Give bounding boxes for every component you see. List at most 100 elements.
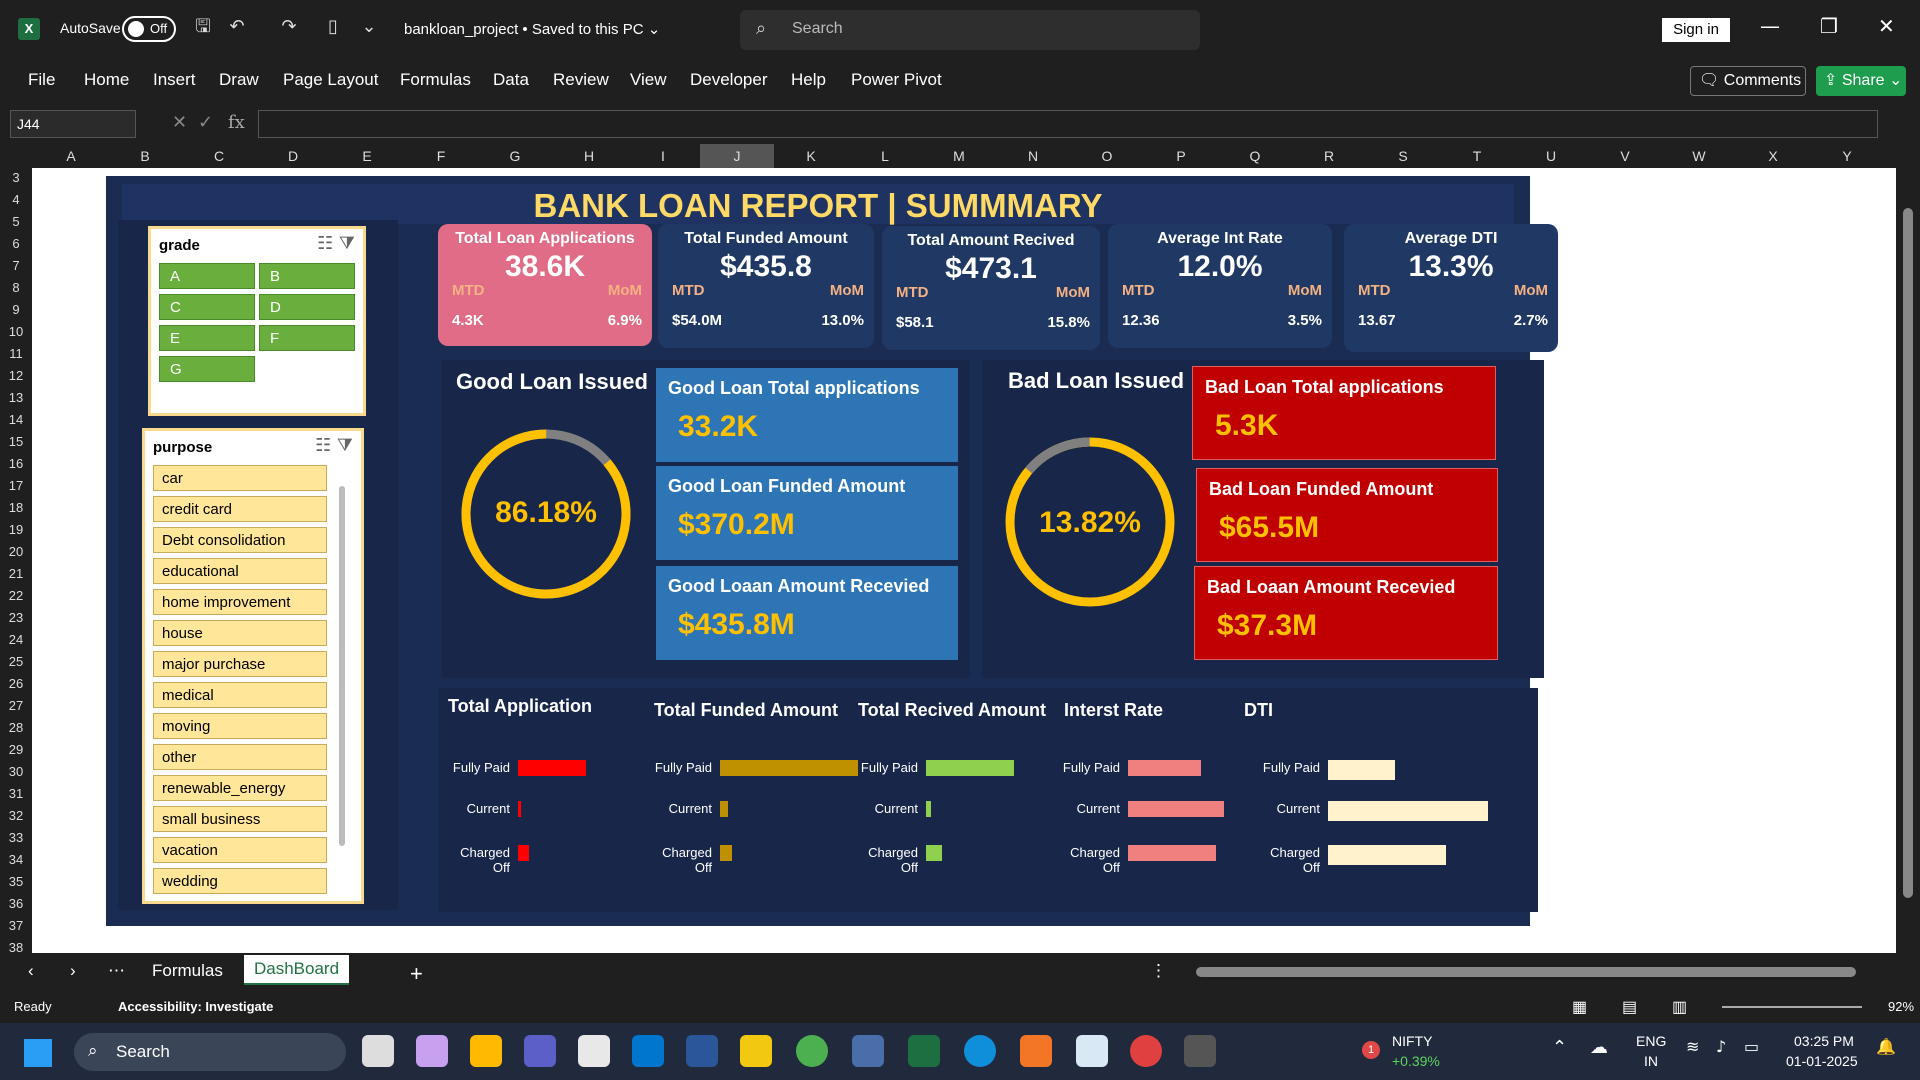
column-header[interactable]: M [922,148,996,164]
row-header[interactable]: 34 [0,852,32,867]
task-view-icon[interactable] [362,1035,394,1067]
clock-time[interactable]: 03:25 PM [1794,1033,1854,1049]
row-header[interactable]: 23 [0,610,32,625]
column-header[interactable]: P [1144,148,1218,164]
start-icon[interactable] [24,1039,52,1067]
column-header[interactable]: L [848,148,922,164]
row-header[interactable]: 22 [0,588,32,603]
sheet-tab-formulas[interactable]: Formulas [152,961,223,981]
row-header[interactable]: 31 [0,786,32,801]
row-header[interactable]: 36 [0,896,32,911]
slicer-clear-filter-icon[interactable]: ☷ ⧩ [315,435,353,456]
row-header[interactable]: 17 [0,478,32,493]
next-sheet-icon[interactable]: › [70,961,76,981]
save-icon[interactable]: 🖫 [192,16,214,38]
column-header[interactable]: H [552,148,626,164]
taskbar-search[interactable]: ⌕ Search [74,1033,346,1071]
purpose-item[interactable]: educational [153,558,327,584]
purpose-item[interactable]: small business [153,806,327,832]
power-bi-icon[interactable] [740,1035,772,1067]
purpose-item[interactable]: medical [153,682,327,708]
column-header[interactable]: R [1292,148,1366,164]
purpose-item[interactable]: car [153,465,327,491]
tab-developer[interactable]: Developer [690,70,768,90]
tab-data[interactable]: Data [493,70,529,90]
chrome-icon[interactable] [796,1035,828,1067]
column-header[interactable]: O [1070,148,1144,164]
column-header[interactable]: Y [1810,148,1884,164]
row-header[interactable]: 3 [0,170,32,185]
row-header[interactable]: 8 [0,280,32,295]
slicer-multiselect-icon[interactable]: ☷ ⧩ [317,233,355,254]
customize-toolbar-icon[interactable]: ⌄ [358,16,380,38]
row-header[interactable]: 35 [0,874,32,889]
cancel-icon[interactable]: ✕ [172,112,187,133]
horizontal-scrollbar[interactable] [1196,967,1856,977]
page-break-icon[interactable]: ▥ [1672,997,1687,1017]
grade-item-d[interactable]: D [259,294,355,320]
row-header[interactable]: 15 [0,434,32,449]
options-icon[interactable]: ⋮ [1150,961,1167,981]
column-header[interactable]: E [330,148,404,164]
notification-bell-icon[interactable]: 🔔 [1876,1037,1896,1056]
restore-icon[interactable]: ❐ [1820,14,1838,38]
row-header[interactable]: 14 [0,412,32,427]
row-header[interactable]: 16 [0,456,32,471]
column-header[interactable]: U [1514,148,1588,164]
column-header[interactable]: V [1588,148,1662,164]
purpose-item[interactable]: house [153,620,327,646]
tab-power-pivot[interactable]: Power Pivot [851,70,942,90]
purpose-item[interactable]: renewable_energy [153,775,327,801]
purpose-item[interactable]: vacation [153,837,327,863]
tab-view[interactable]: View [630,70,667,90]
grade-item-b[interactable]: B [259,263,355,289]
onedrive-icon[interactable]: ☁ [1590,1037,1608,1058]
row-header[interactable]: 20 [0,544,32,559]
share-button[interactable]: ⇪ Share ⌄ [1816,66,1906,96]
purpose-item[interactable]: other [153,744,327,770]
grade-item-g[interactable]: G [159,356,255,382]
tab-file[interactable]: File [28,70,55,90]
row-header[interactable]: 4 [0,192,32,207]
chevron-up-icon[interactable]: ⌃ [1552,1037,1567,1058]
sql-icon[interactable] [852,1035,884,1067]
column-header[interactable]: G [478,148,552,164]
grade-item-a[interactable]: A [159,263,255,289]
row-header[interactable]: 21 [0,566,32,581]
formula-input[interactable] [258,110,1878,138]
search-box[interactable]: ⌕ Search [740,10,1200,50]
prev-sheet-icon[interactable]: ‹ [28,961,34,981]
volume-icon[interactable]: ♪ [1716,1037,1726,1056]
row-header[interactable]: 9 [0,302,32,317]
excel-icon[interactable] [908,1035,940,1067]
row-header[interactable]: 28 [0,720,32,735]
chrome-profile-icon[interactable] [1130,1035,1162,1067]
slicer-scrollbar[interactable] [339,486,345,846]
dell-icon[interactable] [632,1035,664,1067]
column-header[interactable]: J [700,144,774,168]
word-icon[interactable] [686,1035,718,1067]
tab-formulas[interactable]: Formulas [400,70,471,90]
tab-insert[interactable]: Insert [153,70,196,90]
column-header[interactable]: F [404,148,478,164]
page-layout-icon[interactable]: ▤ [1622,997,1637,1017]
snowflake-icon[interactable] [1076,1035,1108,1067]
tab-review[interactable]: Review [553,70,609,90]
language-label[interactable]: ENG [1636,1033,1666,1049]
sign-in-button[interactable]: Sign in [1662,18,1730,42]
row-header[interactable]: 6 [0,236,32,251]
store-icon[interactable] [578,1035,610,1067]
row-header[interactable]: 30 [0,764,32,779]
new-file-icon[interactable]: ▯ [322,16,344,38]
tab-home[interactable]: Home [84,70,129,90]
column-header[interactable]: X [1736,148,1810,164]
autosave-toggle[interactable]: Off [122,16,176,42]
row-header[interactable]: 29 [0,742,32,757]
add-sheet-icon[interactable]: + [410,961,423,987]
terminal-icon[interactable] [1184,1035,1216,1067]
minimize-icon[interactable]: — [1760,14,1780,38]
jupyter-icon[interactable] [1020,1035,1052,1067]
column-header[interactable]: K [774,148,848,164]
row-header[interactable]: 10 [0,324,32,339]
column-header[interactable]: A [34,148,108,164]
